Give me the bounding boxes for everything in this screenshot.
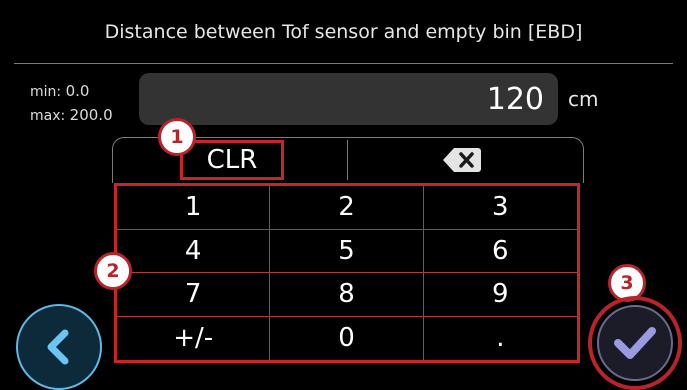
min-value: 0.0 (65, 82, 90, 100)
confirm-button[interactable] (588, 296, 682, 390)
back-button[interactable] (16, 304, 102, 390)
key-2[interactable]: 2 (270, 186, 424, 230)
key-9[interactable]: 9 (423, 273, 577, 317)
key-plus-minus[interactable]: +/- (117, 316, 271, 360)
key-1[interactable]: 1 (117, 186, 271, 230)
value-input[interactable]: 120 (139, 73, 558, 125)
confirm-button-face (597, 305, 673, 381)
keypad-top-divider (347, 140, 348, 180)
key-0[interactable]: 0 (270, 316, 424, 360)
key-decimal[interactable]: . (424, 317, 577, 361)
key-6[interactable]: 6 (423, 230, 577, 273)
clear-button[interactable]: CLR (180, 140, 284, 180)
value-range: min: 0.0 max: 200.0 (30, 80, 140, 128)
max-label: max: (30, 108, 66, 124)
chevron-left-icon (47, 329, 69, 365)
max-row: max: 200.0 (30, 104, 140, 128)
annotation-badge-2: 2 (94, 252, 132, 290)
checkmark-icon (614, 327, 656, 359)
key-5[interactable]: 5 (270, 229, 424, 273)
page-title: Distance between Tof sensor and empty bi… (104, 21, 583, 43)
backspace-icon (443, 148, 481, 172)
key-8[interactable]: 8 (270, 273, 424, 317)
annotation-badge-1: 1 (158, 118, 196, 156)
key-7[interactable]: 7 (117, 273, 271, 317)
unit-label: cm (568, 87, 599, 111)
title-divider (14, 63, 673, 64)
min-label: min: (30, 84, 62, 100)
key-3[interactable]: 3 (423, 186, 577, 230)
backspace-button[interactable] (432, 140, 492, 180)
key-4[interactable]: 4 (117, 229, 271, 273)
numeric-keypad: 1 2 3 4 5 6 7 8 9 +/- 0 . (114, 183, 580, 363)
max-value: 200.0 (69, 106, 113, 124)
min-row: min: 0.0 (30, 80, 140, 104)
